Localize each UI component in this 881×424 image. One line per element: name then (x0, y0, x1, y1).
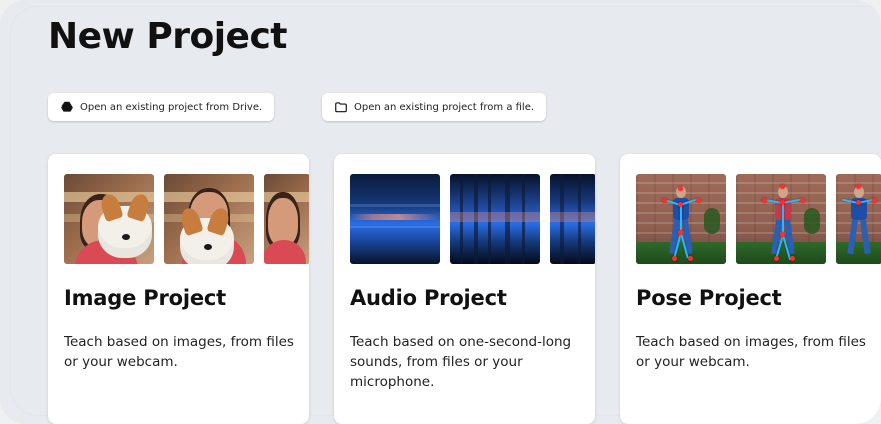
pose-joint (856, 184, 861, 189)
pose-bone (782, 203, 784, 235)
dog-nose (122, 234, 130, 240)
pose-joint (678, 202, 683, 207)
drive-icon (60, 100, 74, 114)
project-card-title: Image Project (64, 286, 226, 310)
project-card-image-thumbnails (64, 174, 309, 264)
project-card-audio-thumbnails (350, 174, 595, 264)
image-sample-thumbnail (64, 174, 154, 264)
folder-icon (334, 100, 348, 114)
project-card-description: Teach based on images, from files or you… (64, 334, 294, 370)
pose-sample-thumbnail (636, 174, 726, 264)
pose-joint (662, 198, 667, 203)
dog-nose (204, 244, 212, 250)
pose-joint (800, 198, 805, 203)
spectrogram-thumbnail (450, 174, 540, 264)
person-leg (847, 219, 858, 255)
image-sample-thumbnail (164, 174, 254, 264)
project-card-description: Teach based on one-second-long sounds, f… (350, 334, 572, 390)
open-from-file-button[interactable]: Open an existing project from a file. (322, 93, 547, 121)
open-from-drive-button[interactable]: Open an existing project from Drive. (48, 93, 275, 121)
spectrogram (350, 174, 440, 264)
project-card-pose[interactable]: Pose Project Teach based on images, from… (620, 154, 881, 424)
image-sample-thumbnail (264, 174, 309, 264)
spectrogram-thumbnail (350, 174, 440, 264)
open-from-file-label: Open an existing project from a file. (354, 101, 535, 113)
app-frame: New Project Open an existing project fro… (0, 0, 881, 424)
pose-joint (678, 186, 683, 191)
pose-sample-thumbnail (836, 174, 881, 264)
page-title: New Project (48, 16, 288, 57)
pose-joint (696, 198, 701, 203)
plant (704, 208, 720, 234)
pose-joint (780, 184, 785, 189)
pose-joint (774, 256, 779, 261)
project-card-title: Audio Project (350, 286, 507, 310)
project-card-title: Pose Project (636, 286, 782, 310)
pose-sample-thumbnail (736, 174, 826, 264)
person-leg (860, 219, 871, 255)
pose-joint (688, 256, 693, 261)
plant (804, 208, 820, 234)
person-face (268, 198, 298, 246)
pose-joint (790, 256, 795, 261)
pose-joint (872, 198, 877, 203)
project-card-image[interactable]: Image Project Teach based on images, fro… (48, 154, 309, 424)
project-card-pose-thumbnails (636, 174, 881, 264)
pose-joint (762, 198, 767, 203)
open-from-drive-label: Open an existing project from Drive. (80, 101, 263, 113)
pose-joint (856, 200, 861, 205)
spectrogram-thumbnail (550, 174, 595, 264)
pose-joint (672, 256, 677, 261)
spectrogram (550, 174, 595, 264)
pose-joint (678, 230, 683, 235)
person (847, 186, 871, 255)
pose-joint (780, 200, 785, 205)
project-card-description: Teach based on images, from files or you… (636, 334, 866, 370)
pose-joint (780, 232, 785, 237)
spectrogram (450, 174, 540, 264)
project-type-cards: Image Project Teach based on images, fro… (48, 154, 881, 424)
project-card-audio[interactable]: Audio Project Teach based on one-second-… (334, 154, 595, 424)
